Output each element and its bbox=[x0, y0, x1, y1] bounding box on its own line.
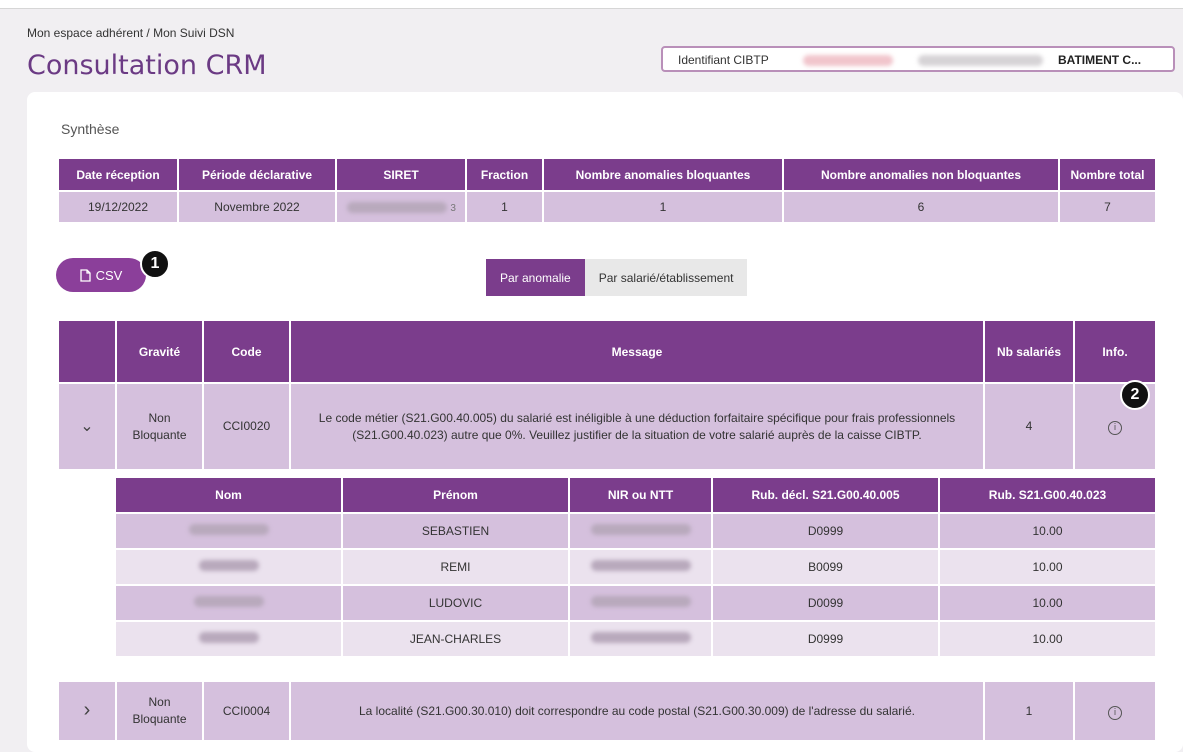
prenom: JEAN-CHARLES bbox=[341, 620, 570, 658]
rub-005: D0999 bbox=[711, 512, 940, 550]
nom-cell bbox=[114, 548, 343, 586]
synthese-title: Synthèse bbox=[61, 121, 120, 137]
table-row: REMI B0099 10.00 bbox=[114, 548, 1157, 586]
anomaly-code: CCI0004 bbox=[202, 680, 291, 742]
table-row: SEBASTIEN D0999 10.00 bbox=[114, 512, 1157, 550]
nom-redacted bbox=[198, 560, 259, 571]
identifiant-box: Identifiant CIBTP BATIMENT C... bbox=[661, 46, 1175, 72]
col-rub-005: Rub. décl. S21.G00.40.005 bbox=[711, 476, 940, 514]
col-date-reception: Date réception bbox=[57, 157, 179, 192]
rub-023: 10.00 bbox=[938, 620, 1157, 658]
anomaly-code: CCI0020 bbox=[202, 382, 291, 471]
synthese-row: 19/12/2022 Novembre 2022 3 1 1 6 7 bbox=[57, 190, 1157, 224]
nir-cell bbox=[568, 512, 713, 550]
synthese-table: Date réception Période déclarative SIRET… bbox=[57, 157, 1157, 224]
prenom: SEBASTIEN bbox=[341, 512, 570, 550]
anomaly-gravite: Non Bloquante bbox=[115, 680, 204, 742]
anomalies-header-row: Gravité Code Message Nb salariés Info. bbox=[57, 319, 1157, 384]
nombre-total: 7 bbox=[1058, 190, 1157, 224]
rub-023: 10.00 bbox=[938, 548, 1157, 586]
anomalies-non-bloquantes: 6 bbox=[782, 190, 1060, 224]
col-expand bbox=[57, 319, 117, 384]
siret-redacted bbox=[347, 202, 447, 214]
salaries-header-row: Nom Prénom NIR ou NTT Rub. décl. S21.G00… bbox=[114, 476, 1157, 514]
breadcrumb: Mon espace adhérent / Mon Suivi DSN bbox=[27, 26, 235, 40]
col-anomalies-bloquantes: Nombre anomalies bloquantes bbox=[542, 157, 784, 192]
col-code: Code bbox=[202, 319, 291, 384]
nom-redacted bbox=[198, 632, 259, 643]
chevron-down-icon[interactable]: ⌄ bbox=[57, 382, 117, 471]
identifiant-label: Identifiant CIBTP bbox=[678, 53, 769, 67]
salaries-table: Nom Prénom NIR ou NTT Rub. décl. S21.G00… bbox=[114, 476, 1157, 658]
nom-cell bbox=[114, 620, 343, 658]
col-fraction: Fraction bbox=[465, 157, 544, 192]
siret-suffix: 3 bbox=[450, 203, 456, 214]
rub-023: 10.00 bbox=[938, 512, 1157, 550]
callout-badge-1: 1 bbox=[140, 249, 170, 279]
nom-redacted bbox=[188, 524, 269, 535]
top-bar bbox=[0, 0, 1183, 9]
file-icon bbox=[79, 268, 91, 282]
nom-cell bbox=[114, 512, 343, 550]
csv-export-button[interactable]: CSV bbox=[56, 258, 146, 292]
nir-redacted bbox=[590, 560, 691, 571]
periode-declarative: Novembre 2022 bbox=[177, 190, 337, 224]
info-cell: i bbox=[1073, 680, 1157, 742]
col-nir: NIR ou NTT bbox=[568, 476, 713, 514]
col-nom: Nom bbox=[114, 476, 343, 514]
col-anomalies-non-bloquantes: Nombre anomalies non bloquantes bbox=[782, 157, 1060, 192]
nir-cell bbox=[568, 620, 713, 658]
table-row: LUDOVIC D0099 10.00 bbox=[114, 584, 1157, 622]
callout-badge-2: 2 bbox=[1120, 380, 1150, 410]
info-icon[interactable]: i bbox=[1108, 421, 1122, 435]
page-title: Consultation CRM bbox=[27, 50, 267, 81]
view-toggle: Par anomalie Par salarié/établissement bbox=[486, 259, 748, 296]
synthese-header-row: Date réception Période déclarative SIRET… bbox=[57, 157, 1157, 192]
chevron-right-icon[interactable]: › bbox=[57, 680, 117, 742]
siret-cell: 3 bbox=[335, 190, 467, 224]
col-nb-salaries: Nb salariés bbox=[983, 319, 1075, 384]
date-reception: 19/12/2022 bbox=[57, 190, 179, 224]
nom-cell bbox=[114, 584, 343, 622]
anomaly-message: La localité (S21.G00.30.010) doit corres… bbox=[289, 680, 985, 742]
tab-par-salarie[interactable]: Par salarié/établissement bbox=[584, 259, 748, 296]
csv-label: CSV bbox=[95, 267, 123, 283]
info-icon[interactable]: i bbox=[1108, 705, 1122, 720]
nir-cell bbox=[568, 584, 713, 622]
col-rub-023: Rub. S21.G00.40.023 bbox=[938, 476, 1157, 514]
col-periode-declarative: Période déclarative bbox=[177, 157, 337, 192]
col-prenom: Prénom bbox=[341, 476, 570, 514]
nir-redacted bbox=[590, 524, 691, 535]
anomaly-row[interactable]: ⌄ Non Bloquante CCI0020 Le code métier (… bbox=[57, 382, 1157, 471]
col-message: Message bbox=[289, 319, 985, 384]
col-siret: SIRET bbox=[335, 157, 467, 192]
rub-023: 10.00 bbox=[938, 584, 1157, 622]
col-info: Info. bbox=[1073, 319, 1157, 384]
anomaly-nb-salaries: 1 bbox=[983, 680, 1075, 742]
rub-005: B0099 bbox=[711, 548, 940, 586]
prenom: LUDOVIC bbox=[341, 584, 570, 622]
table-row: JEAN-CHARLES D0999 10.00 bbox=[114, 620, 1157, 658]
identifiant-value-redacted bbox=[803, 55, 893, 66]
rub-005: D0999 bbox=[711, 620, 940, 658]
company-name: BATIMENT C... bbox=[1058, 53, 1142, 67]
nom-redacted bbox=[193, 596, 264, 607]
prenom: REMI bbox=[341, 548, 570, 586]
anomaly-gravite: Non Bloquante bbox=[115, 382, 204, 471]
nir-cell bbox=[568, 548, 713, 586]
nir-redacted bbox=[590, 596, 691, 607]
anomaly-message: Le code métier (S21.G00.40.005) du salar… bbox=[289, 382, 985, 471]
anomalies-table-continued: › Non Bloquante CCI0004 La localité (S21… bbox=[57, 680, 1157, 742]
tab-par-anomalie[interactable]: Par anomalie bbox=[486, 259, 585, 296]
anomaly-nb-salaries: 4 bbox=[983, 382, 1075, 471]
col-nombre-total: Nombre total bbox=[1058, 157, 1157, 192]
identifiant-extra-redacted bbox=[918, 55, 1043, 66]
anomalies-table: Gravité Code Message Nb salariés Info. ⌄… bbox=[57, 319, 1157, 471]
anomaly-row[interactable]: › Non Bloquante CCI0004 La localité (S21… bbox=[57, 680, 1157, 742]
nir-redacted bbox=[590, 632, 691, 643]
rub-005: D0099 bbox=[711, 584, 940, 622]
fraction: 1 bbox=[465, 190, 544, 224]
anomalies-bloquantes: 1 bbox=[542, 190, 784, 224]
col-gravite: Gravité bbox=[115, 319, 204, 384]
